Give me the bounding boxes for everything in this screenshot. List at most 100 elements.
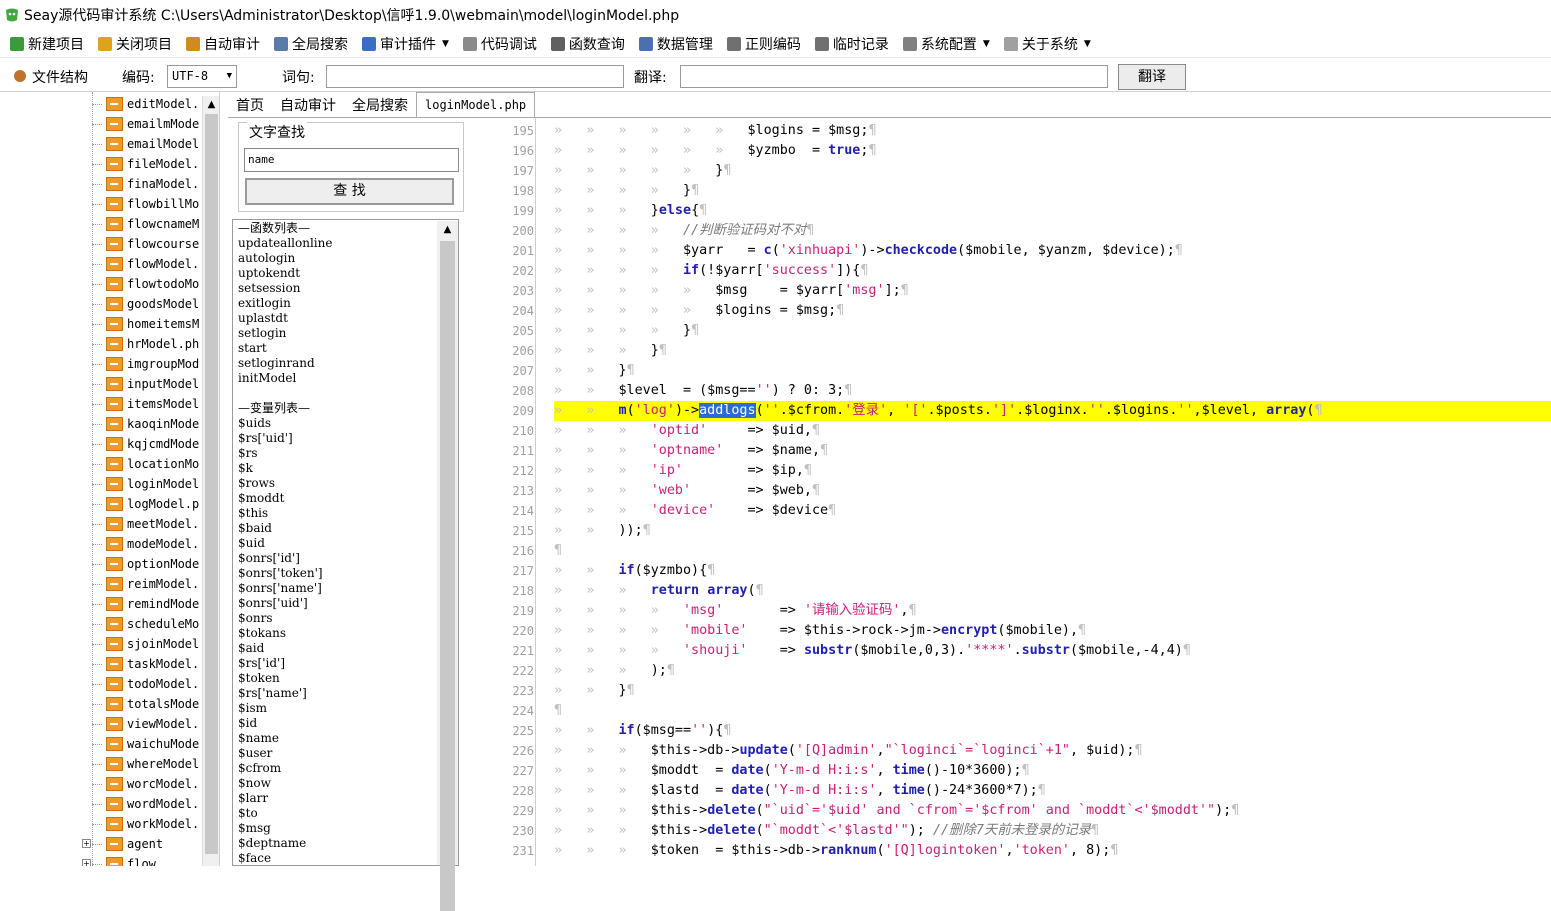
variable-item[interactable]: $uid — [238, 536, 265, 551]
function-item[interactable]: initModel — [238, 371, 296, 386]
code-line[interactable]: » » » » }¶ — [554, 321, 1551, 341]
tree-file-item[interactable]: whereModel — [0, 754, 199, 774]
function-item[interactable]: updateallonline — [238, 236, 332, 251]
variable-item[interactable]: $to — [238, 806, 258, 821]
code-line[interactable]: » » » » }¶ — [554, 181, 1551, 201]
tree-file-item[interactable]: sjoinModel — [0, 634, 199, 654]
variable-item[interactable]: $rows — [238, 476, 275, 491]
variable-item[interactable]: $this — [238, 506, 268, 521]
tree-file-item[interactable]: todoModel. — [0, 674, 199, 694]
code-line[interactable]: » » » $this->db->update('[Q]admin',"`log… — [554, 741, 1551, 761]
tree-file-item[interactable]: totalsMode — [0, 694, 199, 714]
tree-folder-item[interactable]: flow — [0, 854, 156, 866]
tree-file-item[interactable]: waichuMode — [0, 734, 199, 754]
variable-item[interactable]: $user — [238, 746, 272, 761]
variable-item[interactable]: $id — [238, 716, 257, 731]
function-item[interactable]: uptokendt — [238, 266, 300, 281]
code-line[interactable]: » » » }else{¶ — [554, 201, 1551, 221]
code-line[interactable]: » » » » //判断验证码对不对¶ — [554, 221, 1551, 241]
encoding-select[interactable]: UTF-8 ▼ — [167, 65, 237, 88]
function-item[interactable]: autologin — [238, 251, 295, 266]
code-line[interactable]: » » $level = ($msg=='') ? 0: 3;¶ — [554, 381, 1551, 401]
variable-item[interactable]: $cfrom — [238, 761, 281, 776]
scroll-thumb[interactable] — [205, 114, 218, 854]
file-structure-label[interactable]: 文件结构 — [32, 67, 88, 87]
code-line[interactable]: » » » );¶ — [554, 661, 1551, 681]
code-line[interactable]: » » » » » » $logins = $msg;¶ — [554, 121, 1551, 141]
code-line[interactable]: ¶ — [554, 701, 1551, 721]
tree-file-item[interactable]: inputModel — [0, 374, 199, 394]
tree-file-item[interactable]: viewModel. — [0, 714, 199, 734]
tab[interactable]: loginModel.php — [416, 92, 536, 118]
tree-folder-item[interactable]: agent — [0, 834, 163, 854]
code-line[interactable]: » » » » » » $yzmbo = true;¶ — [554, 141, 1551, 161]
tab[interactable]: 全局搜索 — [344, 94, 416, 118]
code-line[interactable]: » » » $lastd = date('Y-m-d H:i:s', time(… — [554, 781, 1551, 801]
code-line[interactable]: » » » }¶ — [554, 341, 1551, 361]
tree-file-item[interactable]: optionMode — [0, 554, 199, 574]
variable-item[interactable]: $deptname — [238, 836, 306, 851]
scroll-up-icon[interactable]: ▲ — [437, 221, 458, 239]
menu-item[interactable]: 自动审计 — [186, 34, 260, 54]
tree-file-item[interactable]: loginModel — [0, 474, 199, 494]
code-line[interactable]: » » » $this->delete("`uid`='$uid' and `c… — [554, 801, 1551, 821]
tree-file-item[interactable]: logModel.p — [0, 494, 199, 514]
scroll-up-icon[interactable]: ▲ — [203, 96, 220, 113]
menu-item[interactable]: 新建项目 — [10, 34, 84, 54]
menu-item[interactable]: 正则编码 — [726, 34, 801, 54]
code-line[interactable]: » » » » 'mobile' => $this->rock->jm->enc… — [554, 621, 1551, 641]
menu-item[interactable]: 关闭项目 — [98, 34, 172, 54]
variable-item[interactable]: $tokans — [238, 626, 286, 641]
list-scrollbar[interactable]: ▲ — [437, 221, 458, 911]
scroll-thumb[interactable] — [440, 241, 455, 911]
tab[interactable]: 首页 — [228, 94, 272, 118]
tree-file-item[interactable]: flowcourse — [0, 234, 199, 254]
menu-item[interactable]: 函数查询 — [550, 34, 625, 54]
menu-item[interactable]: 临时记录 — [814, 34, 889, 54]
tree-file-item[interactable]: editModel. — [0, 94, 199, 114]
variable-item[interactable]: $uids — [238, 416, 271, 431]
tab[interactable]: 自动审计 — [272, 94, 344, 118]
code-line[interactable]: » » » » if(!$yarr['success']){¶ — [554, 261, 1551, 281]
code-line[interactable]: » » » » 'shouji' => substr($mobile,0,3).… — [554, 641, 1551, 661]
variable-item[interactable]: $onrs['uid'] — [238, 596, 308, 611]
tree-file-item[interactable]: taskModel. — [0, 654, 199, 674]
function-variable-list[interactable]: —函数列表— updateallonline autologin uptokendt s… — [232, 219, 459, 866]
find-input[interactable]: name — [244, 148, 459, 172]
menu-item[interactable]: 代码调试 — [462, 34, 537, 54]
tree-file-item[interactable]: modeModel. — [0, 534, 199, 554]
function-item[interactable]: setlogin — [238, 326, 286, 341]
code-line[interactable]: » » » » $yarr = c('xinhuapi')->checkcode… — [554, 241, 1551, 261]
tree-file-item[interactable]: meetModel. — [0, 514, 199, 534]
tree-file-item[interactable]: emailmMode — [0, 114, 199, 134]
function-item[interactable]: exitlogin — [238, 296, 291, 311]
code-line[interactable]: » » » » » }¶ — [554, 161, 1551, 181]
code-line[interactable]: » » » 'device' => $device¶ — [554, 501, 1551, 521]
tree-file-item[interactable]: homeitemsM — [0, 314, 199, 334]
tree-scrollbar[interactable]: ▲ — [202, 96, 219, 866]
variable-item[interactable]: $onrs['token'] — [238, 566, 323, 581]
variable-item[interactable]: $face — [238, 851, 271, 865]
tree-file-item[interactable]: itemsModel — [0, 394, 199, 414]
variable-item[interactable]: $onrs — [238, 611, 272, 626]
code-line[interactable]: » » » » 'msg' => '请输入验证码',¶ — [554, 601, 1551, 621]
tree-file-item[interactable]: workModel. — [0, 814, 199, 834]
code-line[interactable]: » » if($yzmbo){¶ — [554, 561, 1551, 581]
find-button[interactable]: 查 找 — [245, 178, 454, 205]
tree-file-item[interactable]: scheduleMo — [0, 614, 199, 634]
tree-file-item[interactable]: reimModel. — [0, 574, 199, 594]
menu-item[interactable]: 关于系统 ▼ — [1003, 34, 1091, 54]
variable-item[interactable]: $larr — [238, 791, 268, 806]
menu-item[interactable]: 全局搜索 — [274, 34, 348, 54]
tree-file-item[interactable]: wordModel. — [0, 794, 199, 814]
variable-item[interactable]: $ism — [238, 701, 267, 716]
code-line[interactable]: » » » 'optname' => $name,¶ — [554, 441, 1551, 461]
variable-list-header[interactable]: —变量列表— — [238, 401, 310, 416]
function-list-header[interactable]: —函数列表— — [238, 221, 310, 236]
tree-file-item[interactable]: hrModel.ph — [0, 334, 199, 354]
code-line[interactable]: » » }¶ — [554, 681, 1551, 701]
code-editor[interactable]: 195 196 197 198 199 200 201 202 203 204 205 206 207 2… — [502, 118, 1551, 866]
variable-item[interactable]: $baid — [238, 521, 272, 536]
variable-item[interactable]: $onrs['id'] — [238, 551, 300, 566]
code-line[interactable]: » » if($msg==''){¶ — [554, 721, 1551, 741]
